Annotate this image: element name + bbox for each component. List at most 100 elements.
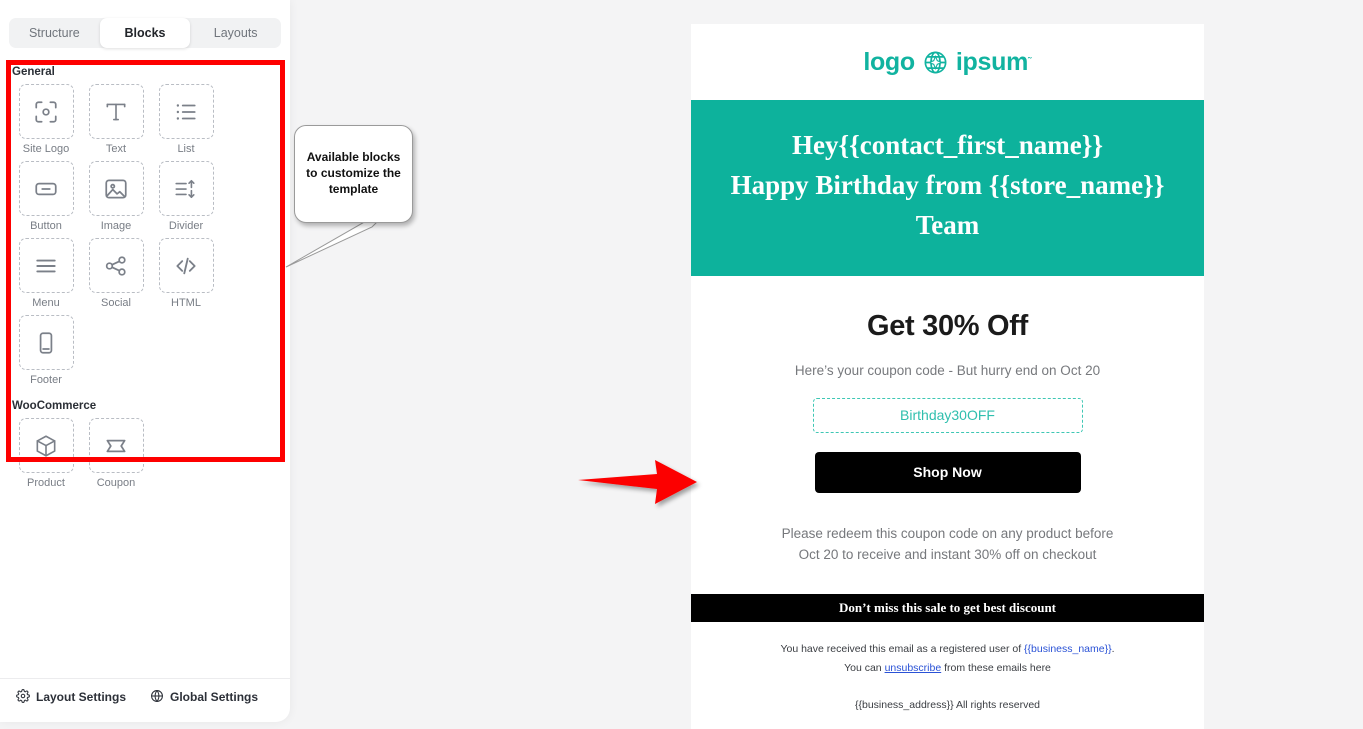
layout-settings-label: Layout Settings	[36, 690, 127, 704]
button-icon	[33, 176, 59, 202]
footer-icon	[33, 330, 59, 356]
block-tile	[88, 84, 144, 139]
shop-now-button[interactable]: Shop Now	[814, 451, 1081, 493]
block-menu[interactable]: Menu	[11, 238, 81, 309]
sidebar-tabbar: Structure Blocks Layouts	[9, 18, 281, 48]
menu-icon	[33, 253, 59, 279]
email-footer: You have received this email as a regist…	[691, 622, 1204, 711]
block-label: Button	[30, 220, 62, 232]
block-tile	[158, 84, 214, 139]
block-tile	[158, 238, 214, 293]
email-logo-bar: logo ipsum ˜	[691, 24, 1204, 100]
block-label: Product	[27, 477, 65, 489]
email-offer-section: Get 30% Off Here’s your coupon code - Bu…	[691, 276, 1204, 566]
divider-icon	[173, 176, 199, 202]
coupon-code-box[interactable]: Birthday30OFF	[812, 397, 1083, 433]
shop-now-label: Shop Now	[913, 464, 982, 481]
block-tile	[88, 418, 144, 473]
business-name-token: {{business_name}}	[1024, 642, 1112, 655]
block-tile	[18, 238, 74, 293]
global-settings-label: Global Settings	[170, 690, 259, 704]
block-label: HTML	[171, 297, 201, 309]
footer-line-2: You can unsubscribe from these emails he…	[711, 659, 1184, 678]
block-html[interactable]: HTML	[151, 238, 221, 309]
block-label: Site Logo	[22, 143, 70, 155]
block-button[interactable]: Button	[11, 161, 81, 232]
group-title-woocommerce: WooCommerce	[12, 400, 97, 412]
block-tile	[88, 161, 144, 216]
block-label: Text	[105, 143, 127, 155]
block-label: Image	[100, 220, 132, 232]
layout-settings-button[interactable]: Layout Settings	[16, 688, 127, 706]
footer-line-2-suffix: from these emails here	[941, 662, 1051, 675]
tab-layouts[interactable]: Layouts	[190, 18, 281, 48]
logo-trademark: ˜	[1028, 56, 1032, 68]
redeem-instructions: Please redeem this coupon code on any pr…	[691, 524, 1204, 566]
block-social[interactable]: Social	[81, 238, 151, 309]
hero-line-1: Hey{{contact_first_name}}	[792, 130, 1103, 160]
block-coupon[interactable]: Coupon	[81, 418, 151, 489]
red-arrow-annotation	[578, 460, 697, 504]
block-divider[interactable]: Divider	[151, 161, 221, 232]
block-label: List	[177, 143, 195, 155]
redeem-line-2: Oct 20 to receive and instant 30% off on…	[798, 546, 1097, 562]
block-tile	[158, 161, 214, 216]
product-box-icon	[33, 433, 59, 459]
logo-text-left: logo	[863, 47, 915, 76]
woocommerce-blocks-grid: Product Coupon	[11, 418, 281, 495]
email-preview: logo ipsum ˜ Hey{{contact_first_name}} H…	[691, 24, 1204, 729]
promo-bar-text: Don’t miss this sale to get best discoun…	[838, 599, 1057, 615]
callout-bubble: Available blocks to customize the templa…	[294, 125, 413, 223]
block-tile	[18, 84, 74, 139]
blocks-sidebar-panel: Structure Blocks Layouts General Site Lo…	[0, 0, 290, 722]
block-tile	[18, 315, 74, 370]
block-label: Footer	[30, 374, 62, 386]
block-product[interactable]: Product	[11, 418, 81, 489]
globe-logo-icon	[922, 49, 949, 76]
block-footer[interactable]: Footer	[11, 315, 81, 386]
group-title-general: General	[12, 66, 55, 78]
code-icon	[173, 253, 199, 279]
app-root: Structure Blocks Layouts General Site Lo…	[0, 0, 1363, 729]
block-tile	[18, 418, 74, 473]
redeem-line-1: Please redeem this coupon code on any pr…	[781, 525, 1114, 541]
coupon-ticket-icon	[103, 433, 129, 459]
coupon-code-text: Birthday30OFF	[900, 407, 995, 424]
general-blocks-grid: Site Logo Text List Button Image Divider…	[11, 84, 281, 392]
email-hero-banner: Hey{{contact_first_name}} Happy Birthday…	[691, 100, 1204, 276]
block-list[interactable]: List	[151, 84, 221, 155]
block-label: Menu	[32, 297, 60, 309]
footer-address-line: {{business_address}} All rights reserved	[854, 698, 1041, 711]
site-logo-icon	[33, 99, 59, 125]
brand-logo: logo ipsum ˜	[863, 48, 1031, 77]
tab-structure[interactable]: Structure	[9, 18, 100, 48]
footer-line-1-prefix: You have received this email as a regist…	[780, 642, 1025, 655]
block-label: Divider	[168, 220, 204, 232]
logo-text-right: ipsum	[955, 47, 1028, 76]
block-tile	[88, 238, 144, 293]
globe-icon	[150, 689, 164, 706]
sidebar-bottom-bar: Layout Settings Global Settings	[0, 678, 290, 715]
email-promo-bar: Don’t miss this sale to get best discoun…	[691, 593, 1204, 622]
offer-headline: Get 30% Off	[866, 309, 1029, 342]
block-tile	[18, 161, 74, 216]
hero-line-2: Happy Birthday from {{store_name}}	[730, 169, 1165, 200]
social-share-icon	[103, 253, 129, 279]
block-label: Social	[101, 297, 131, 309]
list-icon	[173, 99, 199, 125]
tab-blocks[interactable]: Blocks	[99, 18, 191, 48]
callout-text: Available blocks to customize the templa…	[306, 150, 401, 196]
block-label: Coupon	[96, 477, 136, 489]
footer-line-1: You have received this email as a regist…	[711, 640, 1184, 659]
global-settings-button[interactable]: Global Settings	[150, 689, 258, 706]
unsubscribe-link[interactable]: unsubscribe	[885, 662, 942, 674]
footer-line-1-suffix: .	[1111, 642, 1115, 655]
hero-line-3: Team	[915, 209, 980, 240]
offer-subtitle: Here’s your coupon code - But hurry end …	[794, 362, 1101, 378]
block-site-logo[interactable]: Site Logo	[11, 84, 81, 155]
block-image[interactable]: Image	[81, 161, 151, 232]
block-text[interactable]: Text	[81, 84, 151, 155]
text-icon	[103, 99, 129, 125]
blocks-list: General Site Logo Text List Button Image…	[11, 66, 281, 503]
image-icon	[103, 176, 129, 202]
